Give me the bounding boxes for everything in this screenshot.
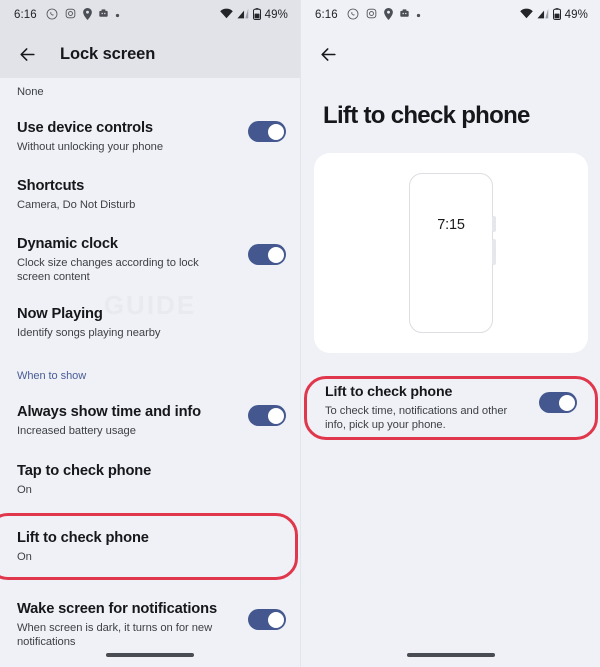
list-item-title: Tap to check phone: [17, 463, 152, 479]
list-item-shortcuts[interactable]: Shortcuts Camera, Do Not Disturb: [0, 177, 300, 212]
list-item-title: Use device controls: [17, 120, 153, 136]
list-item-subtitle: On: [17, 551, 32, 563]
list-item-subtitle: Camera, Do Not Disturb: [17, 199, 136, 211]
app-icon: [400, 9, 409, 21]
phone-clock-label: 7:15: [437, 217, 465, 233]
list-item-text: Tap to check phone On: [17, 462, 286, 497]
list-item-subtitle: Increased battery usage: [17, 425, 136, 437]
list-item-title: Always show time and info: [17, 404, 201, 420]
list-item-tap-to-check-phone[interactable]: Tap to check phone On: [0, 462, 300, 497]
toggle-knob: [267, 611, 284, 628]
page-title: Lock screen: [60, 44, 156, 63]
list-item-title: Wake screen for notifications: [17, 601, 217, 617]
right-toolbar: [301, 30, 600, 78]
battery-percentage: 49%: [264, 9, 288, 21]
list-item-text: Wake screen for notifications When scree…: [17, 600, 248, 649]
toggle-knob: [267, 123, 284, 140]
wifi-icon: [519, 8, 533, 22]
battery-icon: [552, 7, 561, 23]
toggle-knob: [267, 246, 284, 263]
status-bar: 6:16 49%: [0, 0, 300, 30]
phone-body: 7:15: [409, 173, 493, 333]
status-bar-system-icons: 49%: [219, 7, 288, 23]
home-gesture-bar[interactable]: [406, 653, 495, 657]
setting-row-text: Lift to check phone To check time, notif…: [325, 383, 539, 432]
list-item-wake-screen-for-notifications[interactable]: Wake screen for notifications When scree…: [0, 600, 300, 649]
left-toolbar: Lock screen: [0, 30, 300, 78]
list-item-title: Dynamic clock: [17, 236, 118, 252]
list-item-text: Shortcuts Camera, Do Not Disturb: [17, 177, 286, 212]
list-item-title: Lift to check phone: [17, 530, 149, 546]
toggle-always-show-time-and-info[interactable]: [248, 405, 286, 426]
status-bar-notification-icons: [347, 7, 421, 23]
whatsapp-icon: [347, 8, 359, 23]
list-item-now-playing[interactable]: Now Playing Identify songs playing nearb…: [0, 305, 300, 340]
status-bar-system-icons: 49%: [519, 7, 588, 23]
settings-list: Use device controls Without unlocking yo…: [0, 119, 300, 649]
toggle-dynamic-clock[interactable]: [248, 244, 286, 265]
cellular-signal-icon: [237, 8, 249, 22]
previous-item-value: None: [17, 86, 44, 98]
toggle-knob: [267, 407, 284, 424]
setting-subtitle: To check time, notifications and other i…: [325, 405, 508, 431]
status-bar-notification-icons: [46, 7, 120, 23]
status-bar: 6:16 49%: [301, 0, 600, 30]
instagram-icon: [366, 8, 377, 22]
status-bar-clock: 6:16: [315, 9, 338, 21]
list-item-text: Always show time and info Increased batt…: [17, 403, 248, 438]
dot-icon: [115, 9, 120, 21]
left-phone-screen: 6:16 49% Lock screen GUIDE None Use devi…: [0, 0, 300, 667]
dot-icon: [416, 9, 421, 21]
list-item-subtitle: When screen is dark, it turns on for new…: [17, 622, 213, 648]
setting-row-lift-to-check-phone[interactable]: Lift to check phone To check time, notif…: [314, 383, 588, 432]
back-arrow-icon[interactable]: [315, 41, 341, 67]
list-item-subtitle: On: [17, 484, 32, 496]
battery-percentage: 49%: [564, 9, 588, 21]
list-item-title: Shortcuts: [17, 178, 85, 194]
list-item-text: Now Playing Identify songs playing nearb…: [17, 305, 286, 340]
list-item-title: Now Playing: [17, 306, 103, 322]
illustration-card: 7:15: [314, 153, 588, 353]
right-phone-screen: 6:16 49% Lift to check phone 7:15 Lift t…: [300, 0, 600, 667]
cellular-signal-icon: [537, 8, 549, 22]
list-item-subtitle: Clock size changes according to lock scr…: [17, 257, 199, 283]
list-item-dynamic-clock[interactable]: Dynamic clock Clock size changes accordi…: [0, 235, 300, 284]
instagram-icon: [65, 8, 76, 22]
toggle-wake-screen-for-notifications[interactable]: [248, 609, 286, 630]
location-icon: [383, 7, 393, 23]
list-item-subtitle: Without unlocking your phone: [17, 141, 163, 153]
section-header-when-to-show: When to show: [17, 370, 87, 382]
list-item-subtitle: Identify songs playing nearby: [17, 327, 161, 339]
wifi-icon: [219, 8, 233, 22]
dual-screenshot-comparison: 6:16 49% Lock screen GUIDE None Use devi…: [0, 0, 600, 667]
page-title: Lift to check phone: [323, 102, 530, 129]
status-bar-clock: 6:16: [14, 9, 37, 21]
app-icon: [99, 9, 108, 21]
toggle-use-device-controls[interactable]: [248, 121, 286, 142]
phone-side-button-icon: [492, 216, 496, 232]
list-item-always-show-time-and-info[interactable]: Always show time and info Increased batt…: [0, 403, 300, 438]
toggle-lift-to-check-phone[interactable]: [539, 392, 577, 413]
list-item-text: Dynamic clock Clock size changes accordi…: [17, 235, 248, 284]
phone-volume-button-icon: [492, 239, 496, 265]
location-icon: [82, 7, 92, 23]
list-item-lift-to-check-phone[interactable]: Lift to check phone On: [0, 529, 300, 564]
list-item-text: Use device controls Without unlocking yo…: [17, 119, 248, 154]
battery-icon: [252, 7, 261, 23]
list-item-text: Lift to check phone On: [17, 529, 286, 564]
list-item-use-device-controls[interactable]: Use device controls Without unlocking yo…: [0, 119, 300, 154]
whatsapp-icon: [46, 8, 58, 23]
home-gesture-bar[interactable]: [106, 653, 194, 657]
setting-title: Lift to check phone: [325, 384, 453, 400]
phone-illustration: 7:15: [409, 173, 496, 333]
back-arrow-icon[interactable]: [14, 41, 40, 67]
toggle-knob: [558, 394, 575, 411]
